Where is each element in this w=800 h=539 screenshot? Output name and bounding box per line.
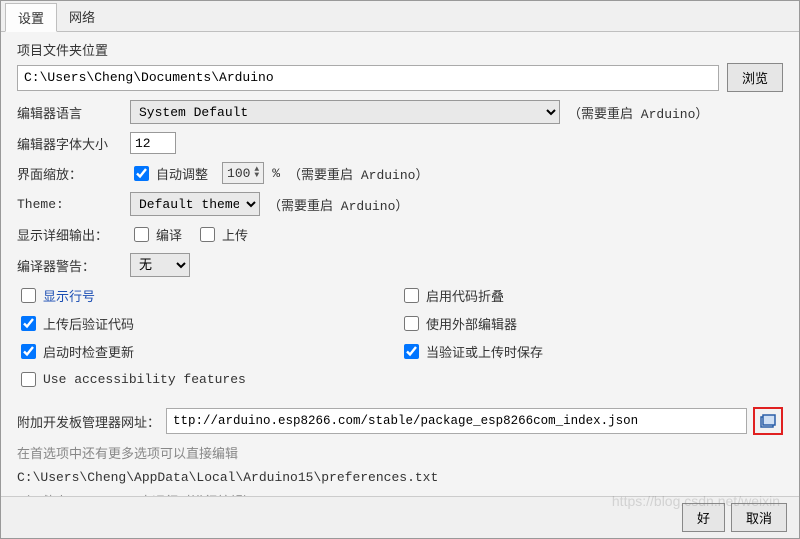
scale-value: 100 — [227, 166, 250, 181]
verbose-label: 显示详细输出： — [17, 225, 122, 244]
check-external-editor[interactable]: 使用外部编辑器 — [400, 313, 517, 334]
verbose-compile-text: 编译 — [156, 225, 182, 244]
check-updates-box[interactable] — [21, 344, 36, 359]
tab-settings[interactable]: 设置 — [5, 3, 57, 32]
verbose-upload-checkbox[interactable] — [200, 227, 215, 242]
check-code-fold-text: 启用代码折叠 — [426, 286, 504, 305]
editor-font-input[interactable] — [130, 132, 176, 154]
editor-language-select[interactable]: System Default — [130, 100, 560, 124]
scale-spinner[interactable]: 100 ▲▼ — [222, 162, 264, 184]
scale-hint: （需要重启 Arduino） — [288, 164, 428, 183]
prefs-file-path: C:\Users\Cheng\AppData\Local\Arduino15\p… — [17, 470, 783, 485]
scale-auto-text: 自动调整 — [156, 164, 208, 183]
scale-label: 界面缩放： — [17, 164, 122, 183]
scale-auto-checkbox[interactable] — [134, 166, 149, 181]
check-accessibility-text: Use accessibility features — [43, 372, 246, 387]
check-save-verify[interactable]: 当验证或上传时保存 — [400, 341, 543, 362]
check-verify-upload-box[interactable] — [21, 316, 36, 331]
check-line-numbers-text: 显示行号 — [43, 286, 95, 305]
more-prefs-hint: 在首选项中还有更多选项可以直接编辑 — [17, 443, 783, 462]
verbose-compile-checkbox[interactable] — [134, 227, 149, 242]
check-code-fold-box[interactable] — [404, 288, 419, 303]
tab-network[interactable]: 网络 — [57, 3, 107, 31]
ok-button[interactable]: 好 — [682, 503, 725, 532]
boards-url-edit-button[interactable] — [753, 407, 783, 435]
check-accessibility[interactable]: Use accessibility features — [17, 369, 246, 390]
check-external-editor-text: 使用外部编辑器 — [426, 314, 517, 333]
tab-bar: 设置 网络 — [1, 1, 799, 32]
dialog-footer: 好 取消 — [1, 496, 799, 538]
cancel-button[interactable]: 取消 — [731, 503, 787, 532]
theme-label: Theme: — [17, 197, 122, 212]
check-code-fold[interactable]: 启用代码折叠 — [400, 285, 504, 306]
verbose-compile[interactable]: 编译 — [130, 224, 182, 245]
theme-select[interactable]: Default theme — [130, 192, 260, 216]
check-verify-upload[interactable]: 上传后验证代码 — [17, 313, 134, 334]
warnings-label: 编译器警告： — [17, 256, 122, 275]
check-external-editor-box[interactable] — [404, 316, 419, 331]
check-save-verify-text: 当验证或上传时保存 — [426, 342, 543, 361]
check-line-numbers-box[interactable] — [21, 288, 36, 303]
check-save-verify-box[interactable] — [404, 344, 419, 359]
verbose-upload-text: 上传 — [222, 225, 248, 244]
browse-button[interactable]: 浏览 — [727, 63, 783, 92]
window-icon — [760, 414, 776, 428]
verbose-upload[interactable]: 上传 — [196, 224, 248, 245]
check-verify-upload-text: 上传后验证代码 — [43, 314, 134, 333]
editor-language-hint: （需要重启 Arduino） — [568, 103, 708, 122]
warnings-select[interactable]: 无 — [130, 253, 190, 277]
check-line-numbers[interactable]: 显示行号 — [17, 285, 95, 306]
settings-panel: 项目文件夹位置 浏览 编辑器语言 System Default （需要重启 Ar… — [1, 32, 799, 496]
sketchbook-label: 项目文件夹位置 — [17, 40, 783, 59]
editor-font-label: 编辑器字体大小 — [17, 134, 122, 153]
boards-url-input[interactable] — [166, 408, 747, 434]
editor-language-label: 编辑器语言 — [17, 103, 122, 122]
boards-url-label: 附加开发板管理器网址： — [17, 412, 160, 431]
sketchbook-path-input[interactable] — [17, 65, 719, 91]
check-accessibility-box[interactable] — [21, 372, 36, 387]
scale-auto-check[interactable]: 自动调整 — [130, 163, 208, 184]
spinner-arrows-icon: ▲▼ — [254, 167, 259, 179]
theme-hint: （需要重启 Arduino） — [268, 195, 408, 214]
check-updates-text: 启动时检查更新 — [43, 342, 134, 361]
preferences-window: 设置 网络 项目文件夹位置 浏览 编辑器语言 System Default （需… — [0, 0, 800, 539]
scale-percent: % — [272, 166, 280, 181]
check-updates[interactable]: 启动时检查更新 — [17, 341, 134, 362]
